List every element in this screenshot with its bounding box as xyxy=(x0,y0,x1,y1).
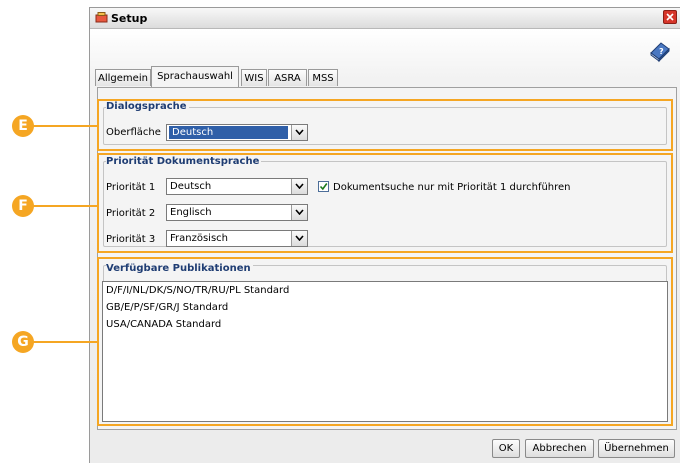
dropdown-button[interactable] xyxy=(291,125,307,140)
app-icon xyxy=(95,12,108,23)
prioritaet-2-value: Englisch xyxy=(170,207,212,218)
dropdown-button[interactable] xyxy=(291,179,307,194)
dropdown-button[interactable] xyxy=(291,231,307,246)
list-item[interactable]: USA/CANADA Standard xyxy=(106,319,221,330)
tab-allgemein[interactable]: Allgemein xyxy=(95,69,151,86)
window-title: Setup xyxy=(111,12,148,25)
chevron-down-icon xyxy=(295,235,304,241)
title-bar[interactable]: Setup xyxy=(90,8,680,29)
prio1-only-checkbox[interactable] xyxy=(318,181,329,192)
prioritaet-2-label: Priorität 2 xyxy=(106,208,156,219)
cancel-button[interactable]: Abbrechen xyxy=(525,439,594,458)
tab-sprachauswahl[interactable]: Sprachauswahl xyxy=(151,66,239,87)
prioritaet-3-label: Priorität 3 xyxy=(106,234,156,245)
oberflaeche-value: Deutsch xyxy=(169,126,288,139)
close-button[interactable] xyxy=(663,10,677,24)
close-icon xyxy=(666,13,674,21)
chevron-down-icon xyxy=(295,209,304,215)
oberflaeche-label: Oberfläche xyxy=(106,127,161,138)
tab-wis[interactable]: WIS xyxy=(241,69,267,86)
checkmark-icon xyxy=(319,183,328,191)
prioritaet-1-label: Priorität 1 xyxy=(106,182,156,193)
apply-button[interactable]: Übernehmen xyxy=(598,439,675,458)
tab-asra[interactable]: ASRA xyxy=(268,69,307,86)
group-title-prioritaet: Priorität Dokumentsprache xyxy=(106,156,262,167)
callout-line-g xyxy=(33,341,97,343)
group-title-dialogsprache: Dialogsprache xyxy=(106,101,189,112)
chevron-down-icon xyxy=(295,129,304,135)
callout-line-e xyxy=(33,125,97,127)
prio1-only-label[interactable]: Dokumentsuche nur mit Priorität 1 durchf… xyxy=(333,182,571,193)
dropdown-button[interactable] xyxy=(291,205,307,220)
prioritaet-1-value: Deutsch xyxy=(170,181,212,192)
svg-text:?: ? xyxy=(659,47,664,56)
list-item[interactable]: D/F/I/NL/DK/S/NO/TR/RU/PL Standard xyxy=(106,285,289,296)
help-book-icon[interactable]: ? xyxy=(648,39,672,63)
callout-badge-g: G xyxy=(12,331,34,353)
list-item[interactable]: GB/E/P/SF/GR/J Standard xyxy=(106,302,228,313)
chevron-down-icon xyxy=(295,183,304,189)
callout-line-f xyxy=(33,205,97,207)
callout-badge-f: F xyxy=(12,195,34,217)
callout-badge-e: E xyxy=(12,115,34,137)
prioritaet-3-value: Französisch xyxy=(170,233,229,244)
group-title-publikationen: Verfügbare Publikationen xyxy=(106,263,253,274)
oberflaeche-select[interactable]: Deutsch xyxy=(166,124,308,141)
prioritaet-3-select[interactable]: Französisch xyxy=(166,230,308,247)
ok-button[interactable]: OK xyxy=(492,439,520,458)
tab-mss[interactable]: MSS xyxy=(308,69,338,86)
publikationen-list[interactable]: D/F/I/NL/DK/S/NO/TR/RU/PL Standard GB/E/… xyxy=(102,281,668,422)
prioritaet-2-select[interactable]: Englisch xyxy=(166,204,308,221)
prioritaet-1-select[interactable]: Deutsch xyxy=(166,178,308,195)
